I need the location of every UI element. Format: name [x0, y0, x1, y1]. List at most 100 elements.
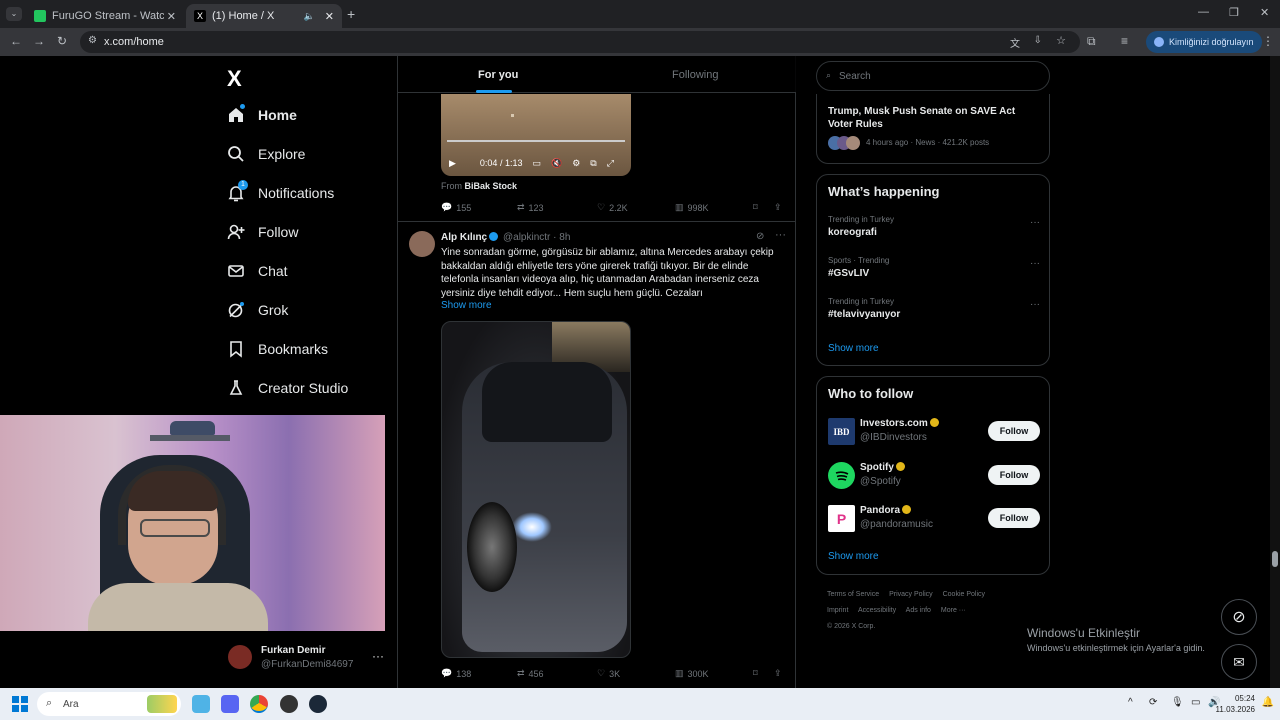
share-icon[interactable]: ⇪	[774, 668, 782, 679]
nav-bookmarks[interactable]: Bookmarks	[226, 336, 328, 362]
nav-notifications[interactable]: 1 Notifications	[226, 180, 334, 206]
trend-item[interactable]: Trending in Turkey #telavivyanıyor ···	[828, 297, 1040, 320]
mute-icon[interactable]: 🔇	[551, 158, 562, 169]
bookmark-icon[interactable]: ⌑	[753, 668, 758, 679]
x-logo-icon[interactable]: X	[227, 66, 242, 92]
translate-icon[interactable]: 文	[1010, 35, 1020, 50]
new-tab-button[interactable]: +	[347, 6, 355, 22]
post-author-handle[interactable]: @alpkinctr · 8h	[503, 232, 570, 243]
post-author-name[interactable]: Alp Kılınç	[441, 232, 499, 243]
trend-item[interactable]: Trending in Turkey koreografi ···	[828, 215, 1040, 238]
reply-button[interactable]: 💬 138	[441, 668, 471, 679]
tab-list-dropdown[interactable]: ⌄	[6, 7, 22, 21]
site-info-icon[interactable]: ⚙	[88, 35, 97, 46]
trend-item[interactable]: Sports · Trending #GSvLIV ···	[828, 256, 1040, 279]
show-more-link[interactable]: Show more	[828, 343, 879, 354]
views-button[interactable]: ▥ 998K	[675, 202, 709, 213]
nav-home[interactable]: Home	[226, 102, 297, 128]
taskbar-search-input[interactable]: ⌕ Ara	[37, 692, 181, 716]
follow-button[interactable]: Follow	[988, 508, 1040, 528]
app-icon[interactable]	[192, 695, 210, 713]
browser-menu-icon[interactable]: ⋮	[1262, 34, 1274, 48]
browser-tab-x-home[interactable]: X (1) Home / X 🔈 ✕	[186, 4, 342, 28]
follow-suggestion[interactable]: Spotify @Spotify Follow	[828, 461, 1040, 489]
speaker-icon[interactable]: 🔈	[304, 11, 315, 22]
footer-link[interactable]: Cookie Policy	[943, 591, 985, 598]
reply-button[interactable]: 💬 155	[441, 202, 471, 213]
forward-button[interactable]: →	[33, 34, 45, 48]
browser-tab-furugo[interactable]: FuruGO Stream - Watch Live on ✕	[26, 4, 184, 28]
nav-grok[interactable]: Grok	[226, 297, 288, 323]
verify-identity-button[interactable]: Kimliğinizi doğrulayın	[1146, 31, 1262, 53]
close-tab-icon[interactable]: ✕	[325, 10, 334, 23]
reading-list-icon[interactable]: ≡	[1121, 34, 1128, 48]
footer-link[interactable]: More ···	[941, 607, 966, 614]
chrome-icon[interactable]	[250, 695, 268, 713]
video-player[interactable]: ▶ 0:04 / 1:13 ▭ 🔇 ⚙ ⧉ ⤢	[441, 94, 631, 176]
views-button[interactable]: ▥ 300K	[675, 668, 709, 679]
more-icon[interactable]: ···	[1030, 258, 1040, 269]
more-icon[interactable]: ···	[372, 649, 384, 663]
like-button[interactable]: ♡ 2.2K	[597, 202, 628, 213]
taskbar-clock[interactable]: 05:24 11.03.2026	[1216, 693, 1255, 715]
follow-button[interactable]: Follow	[988, 465, 1040, 485]
captions-icon[interactable]: ▭	[532, 158, 541, 169]
network-icon[interactable]: ▭	[1191, 697, 1200, 708]
tray-app-icon[interactable]: ⟳	[1149, 697, 1157, 708]
reload-button[interactable]: ↻	[57, 34, 67, 48]
minimize-button[interactable]: —	[1198, 6, 1209, 18]
footer-link[interactable]: Privacy Policy	[889, 591, 933, 598]
repost-button[interactable]: ⇄ 123	[517, 202, 544, 213]
share-icon[interactable]: ⇪	[774, 202, 782, 213]
windows-start-icon[interactable]	[12, 696, 28, 712]
from-source-link[interactable]: BiBak Stock	[465, 181, 518, 191]
footer-link[interactable]: Ads info	[906, 607, 931, 614]
tab-following[interactable]: Following	[672, 69, 718, 81]
news-card[interactable]: Trump, Musk Push Senate on SAVE Act Vote…	[816, 94, 1050, 164]
bookmark-star-icon[interactable]: ☆	[1056, 34, 1066, 47]
pip-icon[interactable]: ⧉	[590, 158, 596, 169]
settings-icon[interactable]: ⚙	[572, 158, 580, 169]
footer-link[interactable]: Terms of Service	[827, 591, 879, 598]
bookmark-icon[interactable]: ⌑	[753, 202, 758, 213]
fullscreen-icon[interactable]: ⤢	[607, 158, 614, 169]
app-icon[interactable]	[280, 695, 298, 713]
back-button[interactable]: ←	[10, 34, 22, 48]
messages-fab-button[interactable]: ✉	[1221, 644, 1257, 680]
follow-suggestion[interactable]: IBD Investors.com @IBDinvestors Follow	[828, 417, 1040, 445]
grok-icon[interactable]: ⊘	[756, 231, 764, 242]
microphone-icon[interactable]: 🎙	[1171, 697, 1184, 708]
post-image[interactable]	[441, 321, 631, 658]
nav-follow[interactable]: Follow	[226, 219, 298, 245]
tab-for-you[interactable]: For you	[478, 69, 518, 81]
nav-chat[interactable]: Chat	[226, 258, 288, 284]
footer-link[interactable]: Accessibility	[858, 607, 896, 614]
discord-icon[interactable]	[221, 695, 239, 713]
tray-chevron-icon[interactable]: ^	[1128, 697, 1133, 708]
close-tab-icon[interactable]: ✕	[167, 10, 176, 23]
footer-link[interactable]: Imprint	[827, 607, 848, 614]
show-more-link[interactable]: Show more	[828, 551, 879, 562]
follow-suggestion[interactable]: P Pandora @pandoramusic Follow	[828, 504, 1040, 532]
grok-fab-button[interactable]: ⊘	[1221, 599, 1257, 635]
search-input[interactable]: ⌕ Search	[816, 61, 1050, 91]
nav-creator-studio[interactable]: Creator Studio	[226, 375, 348, 401]
play-icon[interactable]: ▶	[449, 158, 456, 169]
video-progress-bar[interactable]	[447, 140, 625, 142]
more-icon[interactable]: ···	[1030, 299, 1040, 310]
more-icon[interactable]: ···	[1030, 217, 1040, 228]
like-button[interactable]: ♡ 3K	[597, 668, 620, 679]
extensions-icon[interactable]: ⧉	[1087, 34, 1096, 49]
steam-icon[interactable]	[309, 695, 327, 713]
restore-button[interactable]: ❐	[1229, 6, 1239, 19]
avatar[interactable]	[409, 231, 435, 257]
account-switcher[interactable]: Furkan Demir @FurkanDemi84697 ···	[228, 641, 388, 677]
repost-button[interactable]: ⇄ 456	[517, 668, 544, 679]
install-icon[interactable]: ⇩	[1034, 35, 1042, 46]
close-window-button[interactable]: ✕	[1260, 6, 1269, 19]
scrollbar-thumb[interactable]	[1272, 551, 1278, 567]
notification-bell-icon[interactable]: 🔔	[1262, 697, 1274, 708]
show-more-link[interactable]: Show more	[441, 300, 492, 311]
page-scrollbar[interactable]	[1270, 56, 1280, 688]
url-field[interactable]: ⚙ x.com/home 文 ⇩ ☆	[80, 31, 1080, 53]
